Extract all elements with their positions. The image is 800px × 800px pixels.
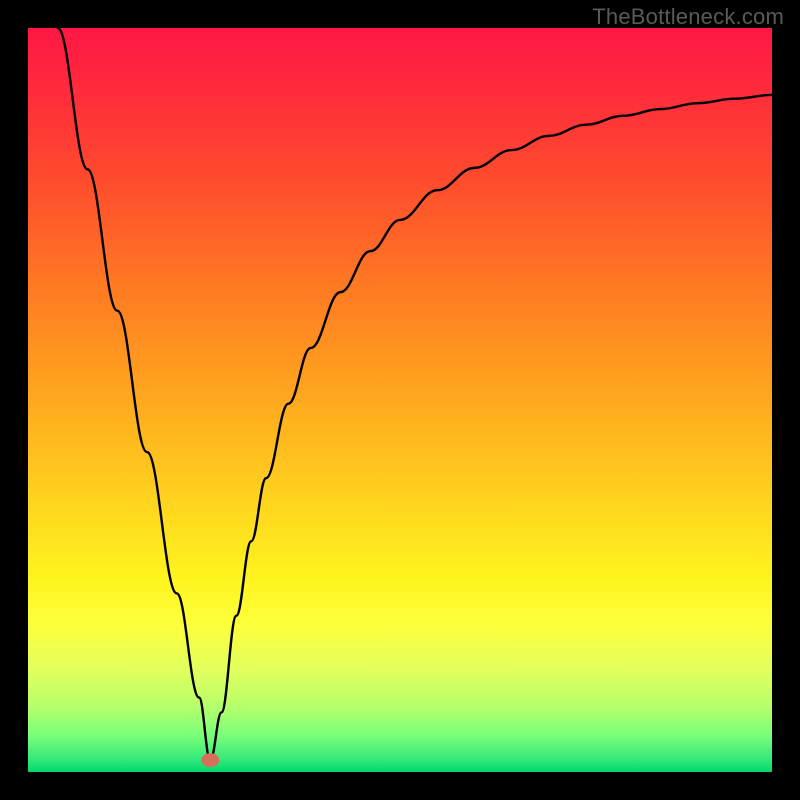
chart-frame bbox=[0, 0, 800, 800]
optimum-marker bbox=[201, 753, 219, 767]
bottleneck-chart bbox=[28, 28, 772, 772]
watermark-text: TheBottleneck.com bbox=[592, 4, 784, 30]
gradient-background bbox=[28, 28, 772, 772]
